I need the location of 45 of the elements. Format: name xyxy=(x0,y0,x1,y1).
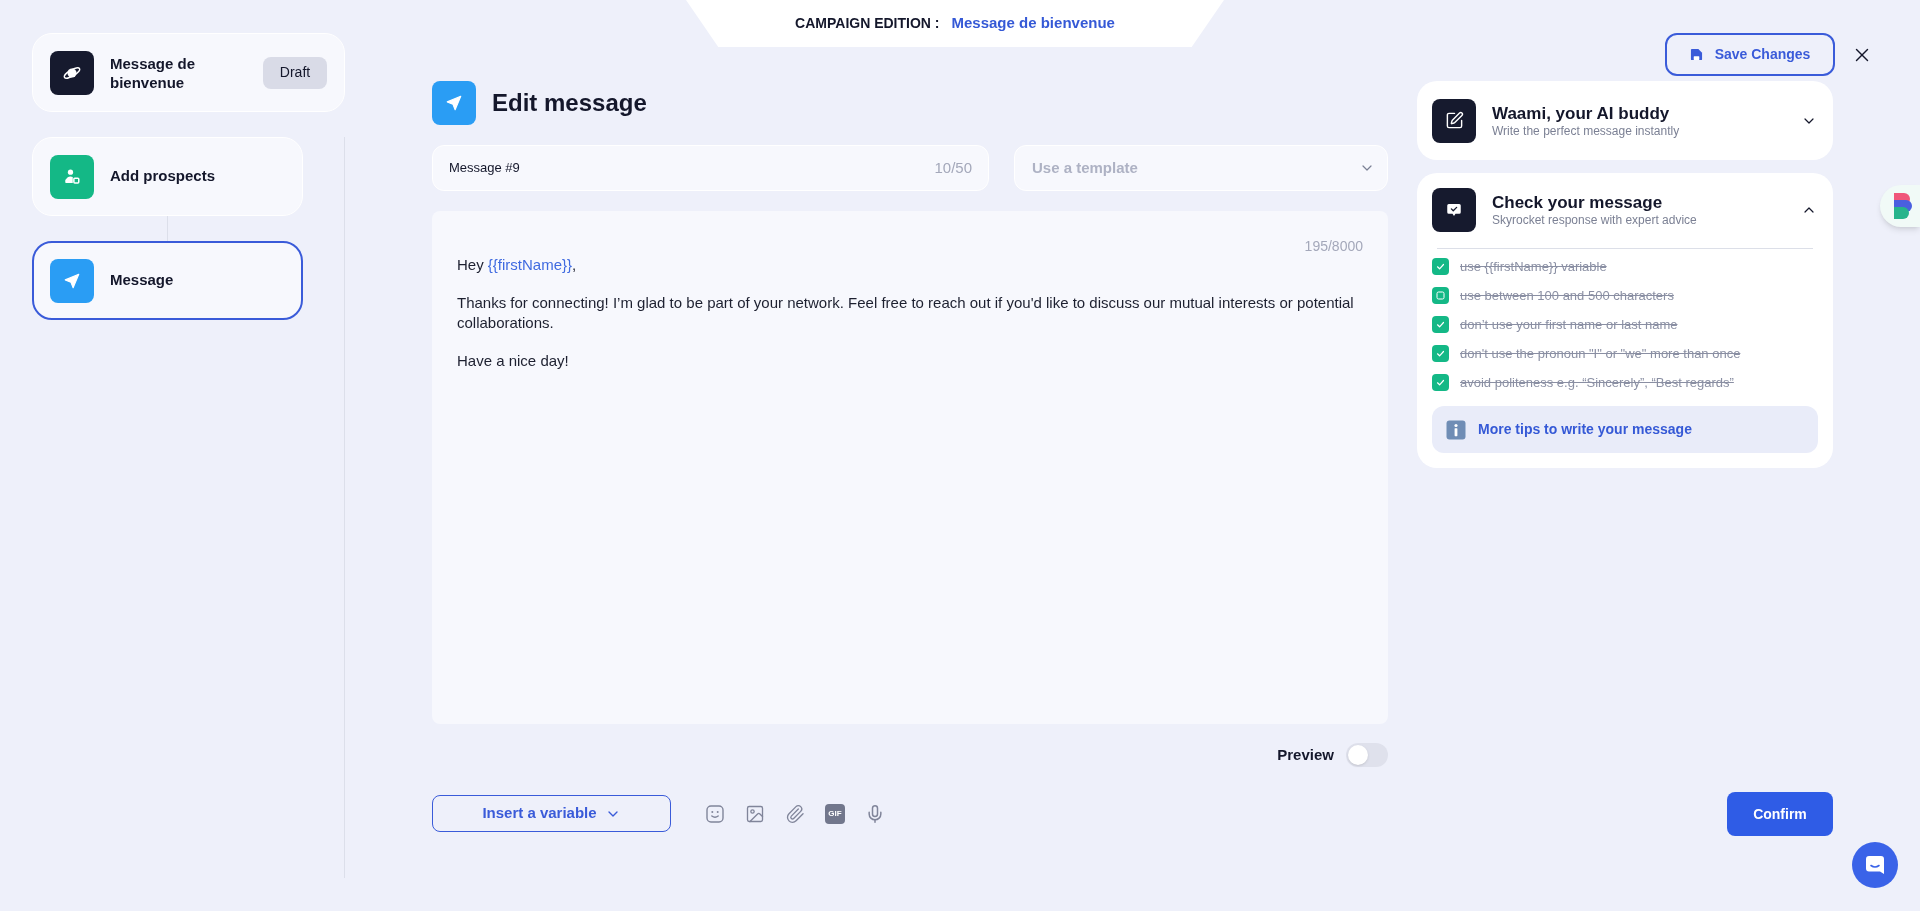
message-paragraph: Hey {{firstName}}, xyxy=(457,255,578,275)
save-changes-button[interactable]: Save Changes xyxy=(1665,33,1835,76)
paperclip-icon[interactable] xyxy=(785,803,805,824)
checklist-item: don’t use your first name or last name xyxy=(1460,315,1678,334)
character-count: 195/8000 xyxy=(1304,238,1363,255)
preview-label: Preview xyxy=(1277,744,1334,765)
card-subtitle: Write the perfect message instantly xyxy=(1492,123,1680,139)
campaign-title: Message de bienvenue xyxy=(951,12,1115,33)
message-paragraph: Thanks for connecting! I’m glad to be part of your network. Feel free to reach out if you'd like to discuss our mutual interests or potential collaborations. xyxy=(457,293,1355,333)
insert-variable-button[interactable]: Insert a variable xyxy=(432,795,671,832)
page-title: Edit message xyxy=(492,88,647,118)
checklist-item: don't use the pronoun "I" or "we" more than once xyxy=(1460,344,1741,363)
status-badge: Draft xyxy=(263,56,327,89)
confirm-button[interactable]: Confirm xyxy=(1727,792,1833,836)
image-icon[interactable] xyxy=(745,803,765,824)
checklist-item: use {{firstName}} variable xyxy=(1460,257,1607,276)
campaign-name: Message de bienvenue xyxy=(110,53,197,92)
save-icon xyxy=(1689,48,1703,61)
chat-button[interactable] xyxy=(1852,842,1898,888)
chat-bubble-icon xyxy=(1864,854,1886,876)
card-subtitle: Skyrocket response with expert advice xyxy=(1492,213,1697,228)
preview-toggle[interactable] xyxy=(1346,743,1388,767)
gif-button[interactable]: GIF xyxy=(825,803,845,824)
floating-widget[interactable] xyxy=(1880,185,1920,227)
card-title: Check your message xyxy=(1492,192,1664,213)
paper-plane-icon xyxy=(50,258,94,303)
header-label: CAMPAIGN EDITION : xyxy=(795,13,940,33)
card-title: Waami, your AI buddy xyxy=(1492,102,1671,124)
step-card[interactable]: Add prospects xyxy=(32,137,303,216)
message-paragraph: Have a nice day! xyxy=(457,351,570,371)
planet-icon xyxy=(50,50,94,95)
edit-icon xyxy=(1432,98,1476,143)
character-count: 10/50 xyxy=(934,157,972,178)
checklist-item: avoid politeness e.g. “Sincerely”, “Best regards” xyxy=(1460,373,1734,392)
chat-check-icon xyxy=(1432,188,1476,232)
step-card[interactable]: Message xyxy=(32,241,303,320)
microphone-icon[interactable] xyxy=(865,803,885,824)
info-icon xyxy=(1446,419,1466,440)
app-logo-icon xyxy=(1892,192,1912,220)
emoji-icon[interactable] xyxy=(705,803,725,824)
message-name-field[interactable]: Message #9 10/50 xyxy=(432,145,989,191)
checklist-item: use between 100 and 500 characters xyxy=(1460,286,1674,305)
tips-link[interactable]: More tips to write your message xyxy=(1478,419,1692,440)
person-icon xyxy=(50,154,94,199)
paper-plane-icon xyxy=(432,81,476,125)
